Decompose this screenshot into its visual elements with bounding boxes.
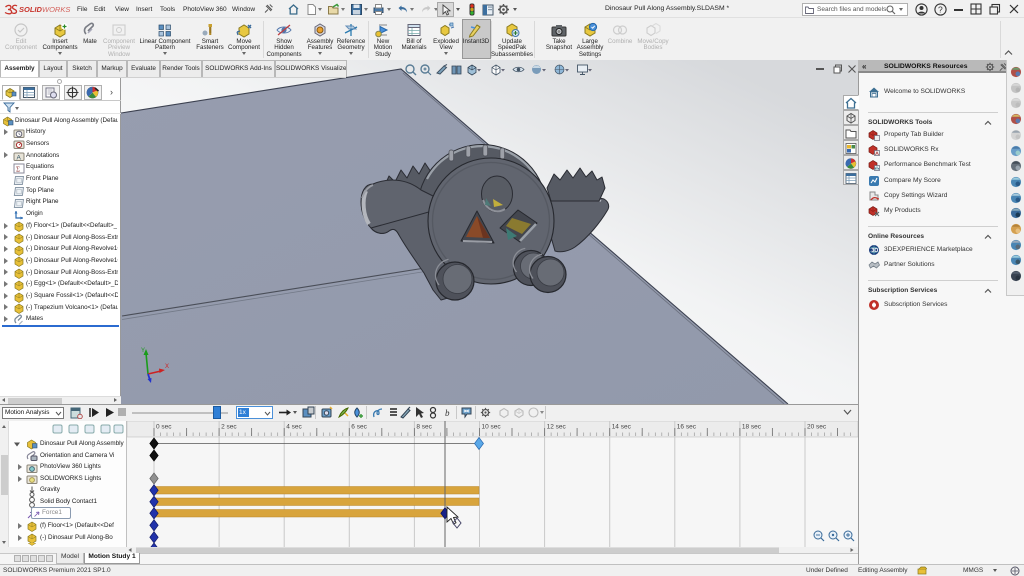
svg-text:SOLID: SOLID (19, 5, 43, 14)
svg-text:b: b (445, 408, 450, 418)
svg-text:Σ: Σ (16, 165, 20, 173)
svg-text:WORKS: WORKS (42, 5, 70, 14)
svg-text:0 sec: 0 sec (156, 424, 172, 431)
svg-text:4 sec: 4 sec (286, 424, 302, 431)
svg-text:6 sec: 6 sec (351, 424, 367, 431)
svg-text:10 sec: 10 sec (482, 424, 502, 431)
svg-text:A: A (17, 155, 22, 162)
svg-text:20 sec: 20 sec (807, 424, 827, 431)
svg-text:14 sec: 14 sec (612, 424, 632, 431)
svg-text:?: ? (938, 4, 943, 14)
svg-text:12 sec: 12 sec (547, 424, 567, 431)
svg-text:Y: Y (141, 348, 145, 354)
svg-text:X: X (165, 364, 169, 370)
svg-text:8 sec: 8 sec (416, 424, 432, 431)
svg-text:2 sec: 2 sec (221, 424, 237, 431)
svg-text:18 sec: 18 sec (742, 424, 762, 431)
svg-text:3D: 3D (871, 248, 878, 254)
svg-text:16 sec: 16 sec (677, 424, 697, 431)
